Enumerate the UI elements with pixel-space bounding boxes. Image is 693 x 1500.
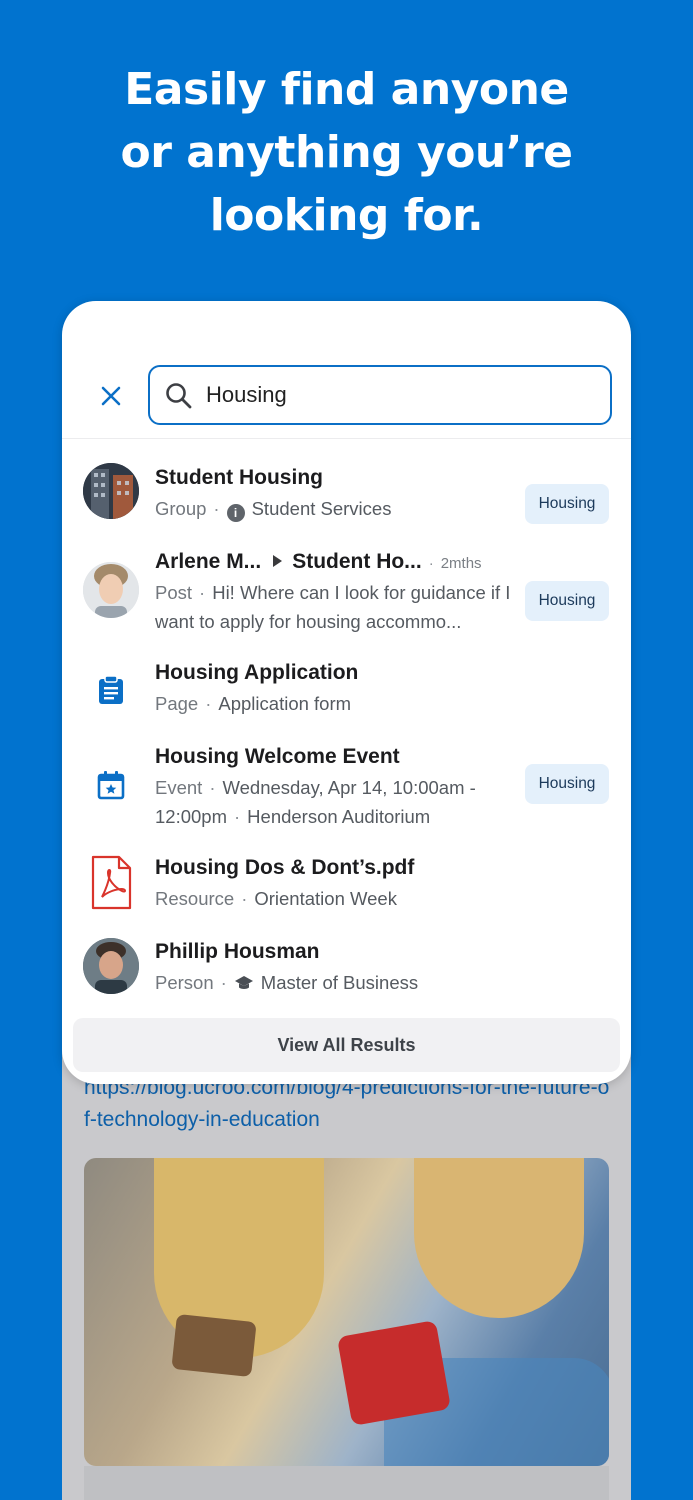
event-location: Henderson Auditorium xyxy=(247,806,431,827)
search-field[interactable] xyxy=(148,365,612,425)
result-meta: Event · Wednesday, Apr 14, 10:00am - 12:00… xyxy=(155,777,476,827)
feed-image xyxy=(84,1158,609,1466)
housing-badge: Housing xyxy=(525,581,609,621)
clipboard-icon xyxy=(83,662,139,718)
housing-badge: Housing xyxy=(525,484,609,524)
graduation-cap-icon xyxy=(234,971,254,1000)
pdf-icon xyxy=(83,855,139,911)
headline-line-1: Easily find anyone xyxy=(124,64,569,115)
search-panel: Student Housing Group·iStudent Services … xyxy=(62,301,631,1084)
result-detail: Application form xyxy=(218,693,352,714)
result-title: Housing Dos & Dont’s.pdf xyxy=(155,856,415,879)
result-detail: Orientation Week xyxy=(254,888,397,909)
caret-right-icon xyxy=(273,555,283,568)
view-all-results-button[interactable]: View All Results xyxy=(73,1018,620,1072)
result-person[interactable]: Phillip Housman Person · Master of Busines… xyxy=(62,937,631,997)
result-detail: Student Services xyxy=(251,498,392,519)
result-meta: Resource · Orientation Week xyxy=(155,888,397,909)
search-header xyxy=(62,301,631,439)
group-avatar xyxy=(83,463,139,519)
result-type: Resource xyxy=(155,888,235,909)
result-meta: Page · Application form xyxy=(155,693,352,714)
result-type: Post xyxy=(155,582,193,603)
result-post[interactable]: Arlene M... Student Ho... · 2mths Post · Hi! … xyxy=(62,547,631,637)
author-avatar xyxy=(83,562,139,618)
result-meta: Post · Hi! Where can I look for guidance i… xyxy=(155,582,511,632)
calendar-star-icon xyxy=(83,757,139,813)
post-author: Arlene M... xyxy=(155,550,262,573)
result-type: Person xyxy=(155,972,214,993)
result-title: Student Housing xyxy=(155,466,323,489)
result-meta: Person · Master of Business xyxy=(155,968,515,1000)
result-student-housing[interactable]: Student Housing Group · i Student Services … xyxy=(62,463,631,533)
result-pdf[interactable]: Housing Dos & Dont’s.pdf Resource · Orient… xyxy=(62,853,631,913)
background-feed-card: https://blog.ucroo.com/blog/4-prediction… xyxy=(62,1040,631,1500)
result-type: Event xyxy=(155,777,203,798)
post-snippet: Hi! Where can I look for guidance if I w… xyxy=(155,582,511,632)
result-title: Housing Application xyxy=(155,661,359,684)
result-title: Housing Welcome Event xyxy=(155,745,400,768)
search-icon xyxy=(166,383,192,409)
result-housing-application[interactable]: Housing Application Page · Application for… xyxy=(62,658,631,718)
result-type: Group xyxy=(155,498,207,519)
headline-line-2: or anything you’re xyxy=(120,127,573,178)
person-avatar xyxy=(83,938,139,994)
result-welcome-event[interactable]: Housing Welcome Event Event · Wednesday, A… xyxy=(62,742,631,832)
feed-post-title xyxy=(84,1466,609,1500)
info-icon: i xyxy=(226,504,245,522)
result-detail: Master of Business xyxy=(260,972,419,993)
search-input[interactable] xyxy=(206,375,596,415)
result-title: Phillip Housman xyxy=(155,940,320,963)
result-type: Page xyxy=(155,693,199,714)
close-icon[interactable] xyxy=(96,381,126,411)
housing-badge: Housing xyxy=(525,764,609,804)
post-time: 2mths xyxy=(440,555,482,572)
result-post-header: Arlene M... Student Ho... · 2mths xyxy=(155,550,482,573)
headline-line-3: looking for. xyxy=(209,190,484,241)
post-target: Student Ho... xyxy=(292,550,422,573)
headline: Easily find anyone or anything you’re lo… xyxy=(0,58,693,247)
result-meta: Group · i Student Services xyxy=(155,498,392,522)
